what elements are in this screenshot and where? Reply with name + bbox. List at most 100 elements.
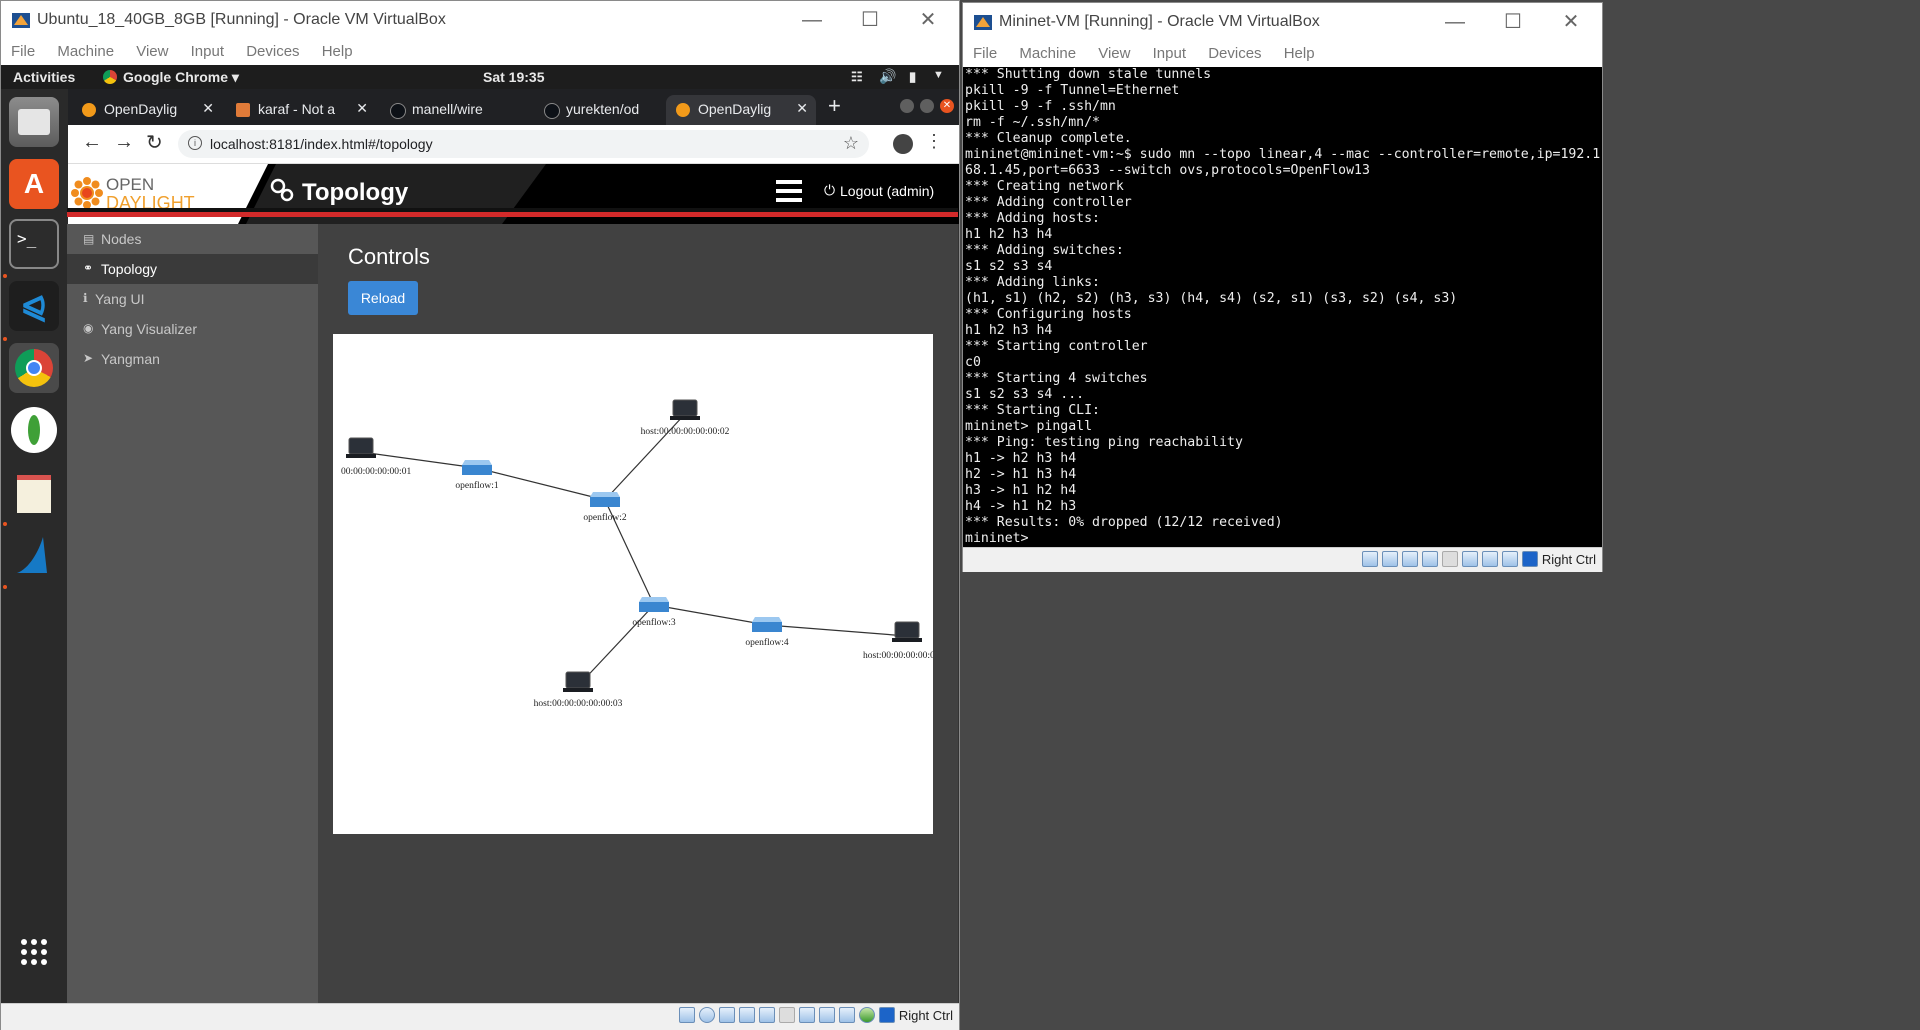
window-close-icon[interactable]: ✕ xyxy=(940,99,954,113)
close-tab-icon[interactable]: ✕ xyxy=(356,100,368,117)
activities-button[interactable]: Activities xyxy=(13,69,75,85)
close-button[interactable]: ✕ xyxy=(899,1,957,39)
battery-icon[interactable]: ▮ xyxy=(909,69,916,85)
virtualization-icon[interactable] xyxy=(1501,551,1518,567)
menu-help[interactable]: Help xyxy=(322,39,353,65)
audio-icon[interactable] xyxy=(1381,551,1398,567)
profile-icon[interactable] xyxy=(893,134,913,154)
tab-github-manell[interactable]: manell/wire xyxy=(380,95,530,125)
tab-opendaylight-1[interactable]: OpenDaylig ✕ xyxy=(72,95,222,125)
mouse-integration-icon[interactable] xyxy=(1521,551,1538,567)
clock[interactable]: Sat 19:35 xyxy=(483,69,544,85)
reload-button[interactable]: Reload xyxy=(348,281,418,315)
mongodb-compass-icon[interactable] xyxy=(9,405,59,455)
info-icon[interactable]: i xyxy=(188,136,202,150)
hamburger-menu-icon[interactable] xyxy=(776,180,802,202)
menu-input[interactable]: Input xyxy=(1153,41,1186,67)
switch-node[interactable]: openflow:3 xyxy=(632,597,676,628)
menu-devices[interactable]: Devices xyxy=(246,39,299,65)
vscode-icon[interactable]: ⪨ xyxy=(9,281,59,331)
network-status-icon[interactable] xyxy=(1401,551,1418,567)
disk-icon[interactable] xyxy=(1361,551,1378,567)
menu-view[interactable]: View xyxy=(1098,41,1130,67)
maximize-button[interactable]: ☐ xyxy=(841,1,899,39)
switch-icon xyxy=(462,465,492,475)
show-applications-icon[interactable] xyxy=(9,927,59,977)
close-tab-icon[interactable]: ✕ xyxy=(202,100,214,117)
chrome-menu-icon[interactable]: ⋮ xyxy=(925,131,943,152)
forward-icon[interactable]: → xyxy=(114,131,134,154)
shared-folder-icon[interactable] xyxy=(1441,551,1458,567)
network-status-icon[interactable] xyxy=(738,1007,755,1023)
menu-machine[interactable]: Machine xyxy=(57,39,114,65)
tab-karaf[interactable]: karaf - Not a ✕ xyxy=(226,95,376,125)
app-menu[interactable]: Google Chrome ▾ xyxy=(123,69,239,86)
mouse-integration-icon[interactable] xyxy=(878,1007,895,1023)
menu-view[interactable]: View xyxy=(136,39,168,65)
display-icon[interactable] xyxy=(798,1007,815,1023)
back-icon[interactable]: ← xyxy=(82,131,102,154)
logout-link[interactable]: Logout (admin) xyxy=(840,183,934,199)
display-icon[interactable] xyxy=(1461,551,1478,567)
chrome-icon[interactable] xyxy=(9,343,59,393)
terminal-icon[interactable]: >_ xyxy=(9,219,59,269)
tab-opendaylight-active[interactable]: OpenDaylig ✕ xyxy=(666,95,816,125)
host-node[interactable]: host:00:00:00:00:00:0 xyxy=(863,621,947,661)
software-center-icon[interactable]: A xyxy=(9,159,59,209)
controls-title: Controls xyxy=(348,244,430,269)
node-label: openflow:2 xyxy=(583,512,627,523)
audio-icon[interactable] xyxy=(718,1007,735,1023)
network-icon[interactable]: ☷ xyxy=(851,69,863,85)
power-icon[interactable]: ⏻ xyxy=(824,182,835,199)
maximize-button[interactable]: ☐ xyxy=(1484,3,1542,41)
new-tab-button[interactable]: + xyxy=(828,93,841,119)
host-node[interactable]: host:00:00:00:00:00:02 xyxy=(641,399,730,437)
sidebar-item-yangman[interactable]: ➤ Yangman xyxy=(67,344,318,374)
close-tab-icon[interactable]: ✕ xyxy=(796,100,808,117)
video-capture-icon[interactable] xyxy=(1481,551,1498,567)
minimize-button[interactable]: — xyxy=(783,1,841,39)
eye-icon: ◉ xyxy=(83,321,94,335)
window-maximize-icon[interactable] xyxy=(920,99,934,113)
bookmark-star-icon[interactable]: ☆ xyxy=(843,133,859,154)
volume-icon[interactable]: 🔊 xyxy=(879,68,896,85)
usb-icon[interactable] xyxy=(758,1007,775,1023)
sidebar-item-yang-visualizer[interactable]: ◉ Yang Visualizer xyxy=(67,314,318,344)
menu-file[interactable]: File xyxy=(11,39,35,65)
topology-canvas[interactable]: 00:00:00:00:00:01 openflow:1 host:00:00:00… xyxy=(333,334,947,834)
url-text[interactable]: localhost:8181/index.html#/topology xyxy=(210,136,433,152)
text-editor-icon[interactable] xyxy=(9,469,59,519)
topology-graph[interactable]: 00:00:00:00:00:01 openflow:1 host:00:00:00… xyxy=(333,334,947,834)
menu-input[interactable]: Input xyxy=(191,39,224,65)
video-capture-icon[interactable] xyxy=(818,1007,835,1023)
guest-additions-icon[interactable] xyxy=(858,1007,875,1023)
tab-github-yurekten[interactable]: yurekten/od✕ xyxy=(534,95,684,125)
sidebar-item-topology[interactable]: ⚭ Topology xyxy=(67,254,318,284)
usb-icon[interactable] xyxy=(1421,551,1438,567)
mininet-terminal[interactable]: *** Shutting down stale tunnels pkill -9 … xyxy=(963,67,1602,547)
switch-node[interactable]: openflow:1 xyxy=(455,460,499,491)
minimize-button[interactable]: — xyxy=(1426,3,1484,41)
reload-icon[interactable]: ↻ xyxy=(146,130,163,155)
shared-folder-icon[interactable] xyxy=(778,1007,795,1023)
host-node[interactable]: host:00:00:00:00:00:03 xyxy=(534,671,623,709)
terminal-line: *** Creating network xyxy=(965,179,1124,194)
sidebar-item-nodes[interactable]: ▤ Nodes xyxy=(67,224,318,254)
menu-help[interactable]: Help xyxy=(1284,41,1315,67)
menu-devices[interactable]: Devices xyxy=(1208,41,1261,67)
menu-file[interactable]: File xyxy=(973,41,997,67)
menu-machine[interactable]: Machine xyxy=(1019,41,1076,67)
disk-icon[interactable] xyxy=(678,1007,695,1023)
window-minimize-icon[interactable] xyxy=(900,99,914,113)
wireshark-icon[interactable] xyxy=(9,531,59,581)
sidebar-item-yang-ui[interactable]: ℹ Yang UI xyxy=(67,284,318,314)
optical-drive-icon[interactable] xyxy=(698,1007,715,1023)
close-button[interactable]: ✕ xyxy=(1542,3,1600,41)
switch-node[interactable]: openflow:4 xyxy=(745,617,789,648)
host-key-label: Right Ctrl xyxy=(898,1007,953,1023)
address-bar[interactable]: i localhost:8181/index.html#/topology ☆ xyxy=(178,130,869,158)
files-icon[interactable] xyxy=(9,97,59,147)
virtualization-icon[interactable] xyxy=(838,1007,855,1023)
terminal-line: h4 -> h1 h2 h3 xyxy=(965,499,1077,514)
system-menu-icon[interactable]: ▼ xyxy=(933,69,944,81)
